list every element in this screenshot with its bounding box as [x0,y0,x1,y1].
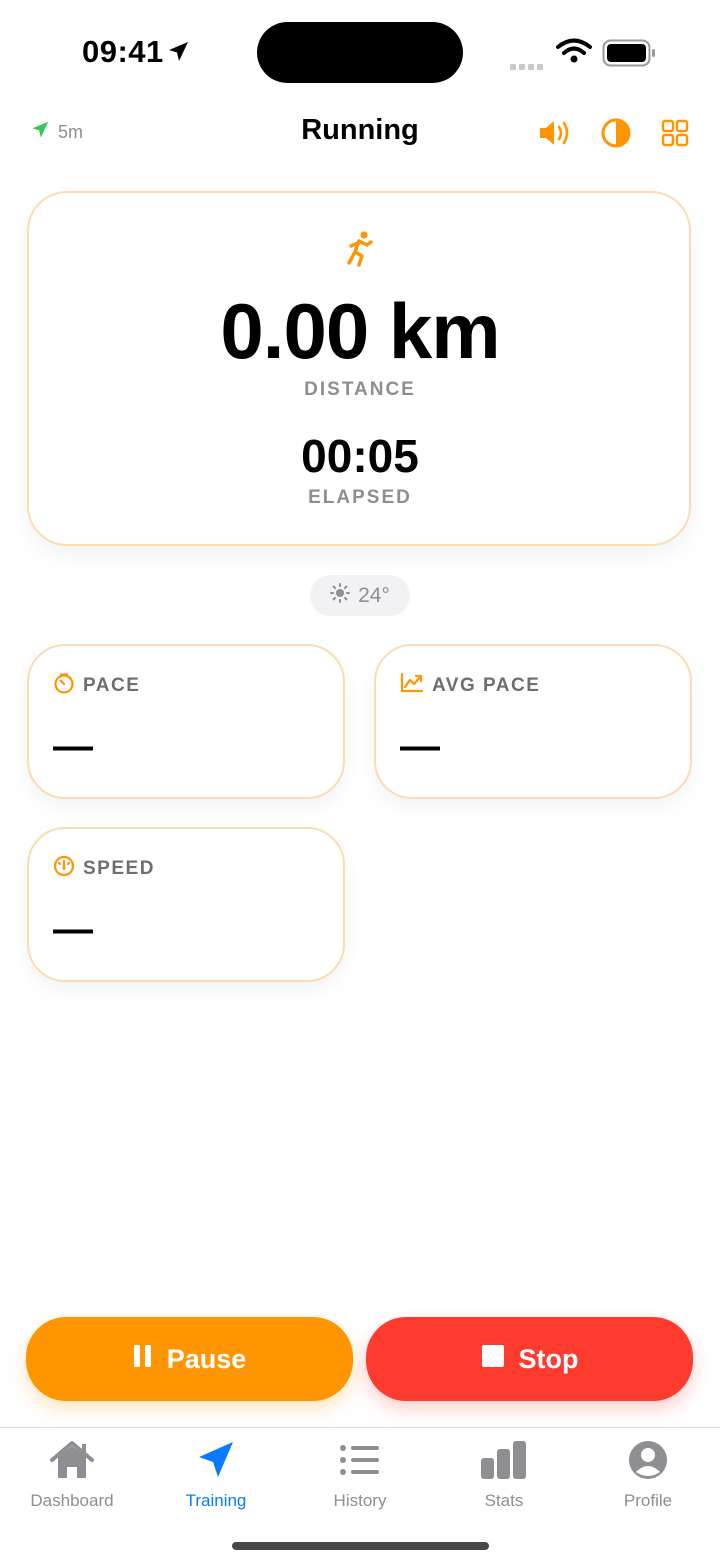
pause-button[interactable]: Pause [26,1317,353,1401]
contrast-icon[interactable] [597,115,635,151]
tab-label: Stats [484,1491,524,1510]
tab-label: Profile [623,1491,673,1510]
dynamic-island [257,22,463,83]
sun-icon [330,582,351,609]
metric-label: SPEED [83,857,155,879]
distance-label: DISTANCE [304,379,416,400]
speaker-icon[interactable] [536,115,574,151]
location-arrow-icon [196,1440,236,1485]
location-services-icon [166,40,190,69]
tab-profile[interactable]: Profile [576,1440,720,1511]
pause-icon [133,1344,153,1375]
metric-card-avg-pace: AVG PACE — [374,644,692,799]
bar-chart-icon [480,1440,528,1485]
tab-label: Dashboard [30,1491,114,1510]
tab-label: History [333,1491,387,1510]
speedometer-icon [53,855,75,882]
chart-icon [400,672,424,699]
running-figure-icon [343,230,377,273]
tab-history[interactable]: History [288,1440,432,1511]
metric-value: — [400,724,440,768]
stop-label: Stop [518,1343,579,1374]
tab-stats[interactable]: Stats [432,1440,576,1511]
wifi-icon [556,38,592,69]
grid-icon[interactable] [656,115,694,151]
distance-value: 0.00 km [220,287,500,375]
metric-label: AVG PACE [432,674,541,696]
person-icon [628,1440,668,1485]
tab-training[interactable]: Training [144,1440,288,1511]
status-time: 09:41 [82,34,164,69]
battery-icon [602,39,656,72]
home-indicator[interactable] [232,1542,489,1550]
stop-button[interactable]: Stop [366,1317,693,1401]
pause-label: Pause [166,1343,247,1374]
metric-value: — [53,907,93,951]
metric-card-speed: SPEED — [27,827,345,982]
elapsed-label: ELAPSED [308,487,412,508]
tab-dashboard[interactable]: Dashboard [0,1440,144,1511]
metric-value: — [53,724,93,768]
cellular-signal-icon [510,57,546,75]
stop-icon [481,1344,505,1375]
elapsed-value: 00:05 [301,430,419,482]
metric-label: PACE [83,674,141,696]
list-icon [339,1440,381,1485]
timer-icon [53,672,75,699]
metric-card-pace: PACE — [27,644,345,799]
temperature: 24° [358,583,390,607]
house-icon [49,1440,95,1485]
tab-label: Training [185,1491,247,1510]
weather-chip: 24° [310,575,410,616]
